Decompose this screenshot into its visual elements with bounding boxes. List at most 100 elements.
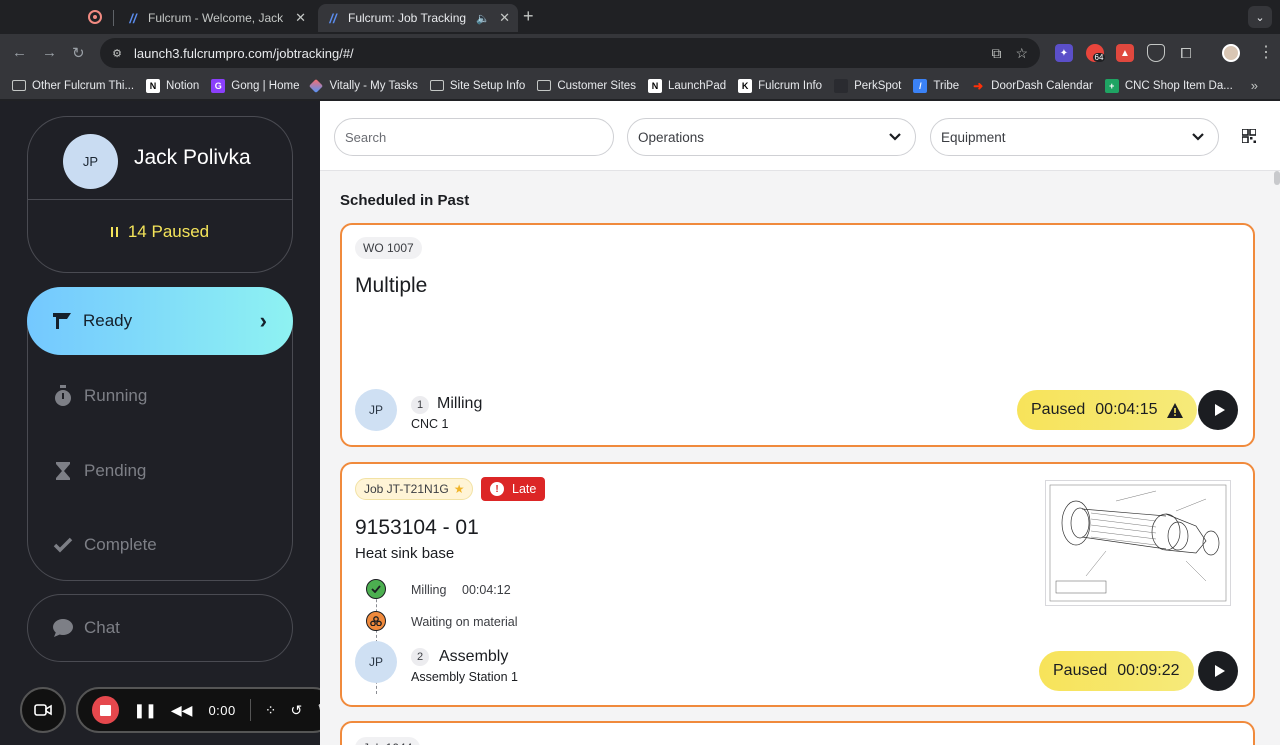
back-arrow-icon[interactable]: ←	[12, 44, 27, 61]
work-order-tag: WO 1007	[355, 237, 422, 259]
bookmark-site-setup[interactable]: Site Setup Info	[429, 79, 526, 92]
site-info-icon[interactable]: ⚙	[110, 46, 124, 60]
grid-dots-icon[interactable]: ⁘	[265, 702, 277, 719]
extension-icon[interactable]: ▲	[1116, 44, 1134, 62]
camera-toggle-button[interactable]	[20, 687, 66, 733]
bookmark-label: DoorDash Calendar	[991, 79, 1093, 92]
bookmark-launchpad[interactable]: N LaunchPad	[647, 78, 726, 93]
pause-icon	[110, 227, 118, 237]
browser-tabstrip: // Fulcrum - Welcome, Jack ✕ // Fulcrum:…	[0, 0, 1280, 34]
user-card[interactable]: JP Jack Polivka 14 Paused	[27, 116, 293, 273]
nav-item-running[interactable]: Running	[28, 362, 294, 430]
nav-label: Complete	[84, 535, 157, 554]
filter-bar: Search Operations Equipment	[320, 101, 1280, 171]
pause-recording-icon[interactable]: ❚❚	[133, 702, 156, 719]
install-app-icon[interactable]: ⧉	[991, 45, 1001, 62]
timeline-step-time: 00:04:12	[462, 583, 511, 597]
work-order-card[interactable]: WO 1007 Multiple JP 1 Milling CNC 1 Paus…	[340, 223, 1255, 487]
shield-extension-icon[interactable]	[1147, 44, 1165, 62]
flag-icon	[51, 310, 73, 332]
address-bar[interactable]: ⚙ launch3.fulcrumpro.com/jobtracking/#/ …	[100, 38, 1040, 68]
folder-icon	[537, 80, 552, 91]
bookmark-perkspot[interactable]: PerkSpot	[834, 78, 901, 93]
bookmark-label: Customer Sites	[557, 79, 636, 92]
bookmark-gong[interactable]: G Gong | Home	[211, 78, 299, 93]
chevron-down-icon	[1192, 133, 1204, 141]
operations-select[interactable]: Operations	[627, 118, 916, 156]
bookmark-other-fulcrum[interactable]: Other Fulcrum Thi...	[12, 80, 134, 92]
reload-icon[interactable]: ↻	[72, 44, 85, 62]
screen-recorder-controls: ❚❚ ◀◀ 0:00 ⁘ ↺ 🗑	[20, 687, 336, 733]
start-operation-button[interactable]	[1198, 651, 1238, 691]
bookmark-star-icon[interactable]: ☆	[1015, 45, 1028, 62]
nav-item-ready[interactable]: Ready ›	[27, 287, 293, 355]
bookmark-vitally[interactable]: Vitally - My Tasks	[309, 78, 418, 93]
job-card[interactable]: Job JT-T21N1G ★ ! Late 9153104 - 01 Heat s…	[340, 462, 1255, 707]
operation-station: CNC 1	[411, 417, 449, 431]
operation-name: Milling	[437, 395, 483, 412]
bookmark-label: Site Setup Info	[449, 79, 526, 92]
check-icon	[52, 534, 74, 556]
stop-recording-button[interactable]	[92, 696, 120, 724]
chevron-down-icon	[889, 133, 901, 141]
bookmark-notion[interactable]: N Notion	[146, 78, 199, 93]
search-input[interactable]: Search	[334, 118, 614, 156]
card-title: 9153104 - 01	[355, 516, 479, 539]
user-avatar: JP	[63, 134, 118, 189]
play-icon	[1214, 404, 1225, 416]
paused-label: 14 Paused	[127, 222, 210, 241]
browser-tab-welcome[interactable]: // Fulcrum - Welcome, Jack ✕	[118, 4, 314, 32]
fulcrum-favicon-icon: //	[129, 10, 137, 26]
bookmark-doordash[interactable]: ➜ DoorDash Calendar	[971, 79, 1093, 93]
alert-icon: !	[490, 482, 504, 496]
perkspot-icon	[834, 78, 849, 93]
bookmark-customer-sites[interactable]: Customer Sites	[537, 80, 636, 92]
extension-badge-count: 64	[1092, 52, 1106, 62]
gong-icon: G	[211, 78, 226, 93]
bookmark-label: Vitally - My Tasks	[329, 79, 418, 92]
chat-label: Chat	[84, 618, 120, 637]
nav-item-complete[interactable]: Complete	[28, 511, 294, 579]
tab-close-icon[interactable]: ✕	[295, 10, 306, 26]
forward-arrow-icon[interactable]: →	[42, 44, 57, 61]
operator-avatar: JP	[355, 641, 397, 683]
fulcrum-app: JP Jack Polivka 14 Paused Ready › Runnin…	[0, 101, 1280, 745]
scrollbar[interactable]	[1274, 171, 1280, 185]
start-operation-button[interactable]	[1198, 390, 1238, 430]
extension-badge-icon[interactable]: 64	[1086, 44, 1106, 62]
recorder-bar: ❚❚ ◀◀ 0:00 ⁘ ↺ 🗑	[76, 687, 336, 733]
restart-icon[interactable]: ↺	[290, 702, 302, 719]
tab-close-icon[interactable]: ✕	[499, 10, 510, 26]
chat-bubble-icon	[52, 617, 74, 639]
new-tab-icon[interactable]: +	[523, 6, 534, 27]
bookmark-fulcrum-info[interactable]: K Fulcrum Info	[738, 78, 822, 93]
equipment-select[interactable]: Equipment	[930, 118, 1219, 156]
tab-title: Fulcrum - Welcome, Jack	[148, 11, 284, 25]
status-label: Paused	[1031, 401, 1086, 418]
bookmark-tribe[interactable]: / Tribe	[913, 78, 959, 93]
profile-avatar[interactable]	[1222, 44, 1240, 62]
paused-count[interactable]: 14 Paused	[28, 222, 292, 242]
browser-menu-icon[interactable]: ⋮	[1258, 42, 1274, 62]
extensions-puzzle-icon[interactable]: ⧠	[1177, 44, 1195, 62]
qr-code-icon[interactable]	[1242, 129, 1256, 143]
job-card[interactable]: Job 1044	[340, 721, 1255, 745]
main-content: Search Operations Equipment Scheduled in…	[320, 101, 1280, 745]
nav-item-pending[interactable]: Pending	[28, 437, 294, 505]
bookmark-cnc-shop[interactable]: + CNC Shop Item Da...	[1104, 78, 1233, 93]
operation-step-number: 2	[411, 648, 429, 666]
warning-icon	[1166, 402, 1183, 418]
operations-label: Operations	[638, 129, 705, 145]
part-drawing-thumbnail[interactable]	[1045, 480, 1231, 606]
extension-icon[interactable]: ✦	[1055, 44, 1073, 62]
bookmarks-bar: Other Fulcrum Thi... N Notion G Gong | Hom…	[0, 72, 1280, 100]
equipment-label: Equipment	[941, 129, 1006, 145]
user-name: Jack Polivka	[134, 146, 251, 169]
browser-tab-job-tracking[interactable]: // Fulcrum: Job Tracking 🔈 ✕	[318, 4, 518, 32]
speaker-icon[interactable]: 🔈	[476, 12, 490, 25]
chat-button[interactable]: Chat	[27, 594, 293, 662]
bookmarks-overflow-icon[interactable]: »	[1251, 78, 1258, 93]
operator-avatar: JP	[355, 389, 397, 431]
tab-search-chevron-icon[interactable]: ⌄	[1248, 6, 1272, 28]
rewind-icon[interactable]: ◀◀	[171, 702, 193, 719]
